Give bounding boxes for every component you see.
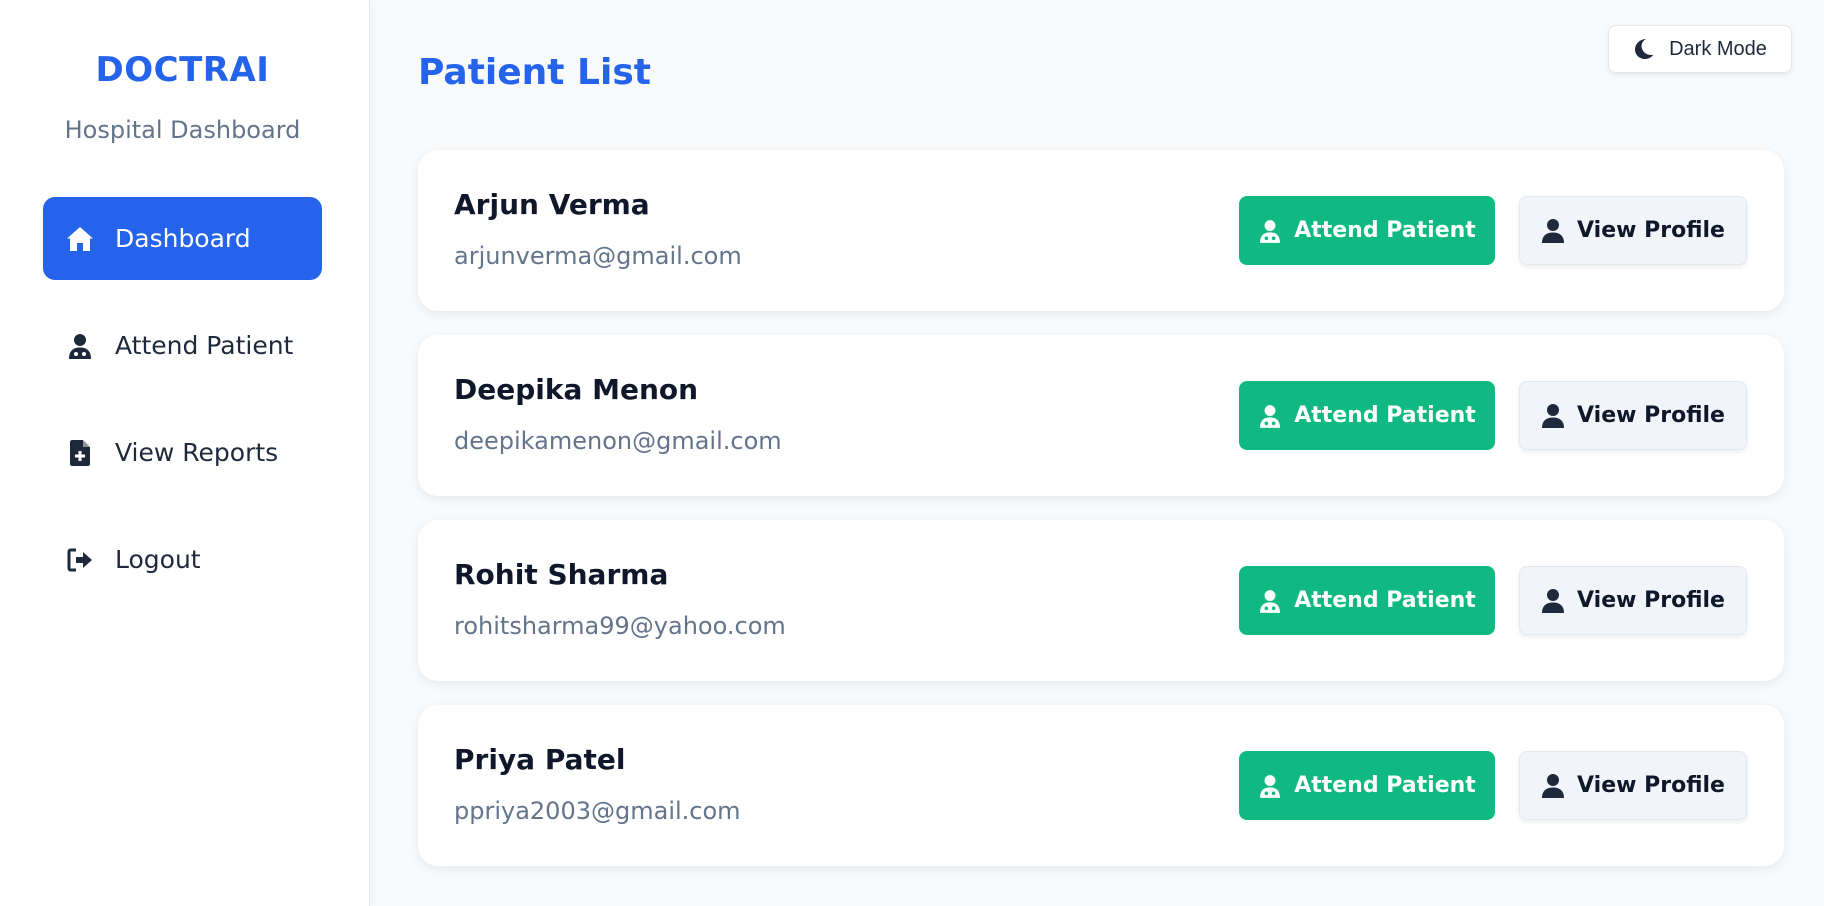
attend-patient-button[interactable]: Attend Patient: [1239, 196, 1495, 265]
user-icon: [1541, 588, 1565, 613]
doctor-icon: [1258, 219, 1282, 243]
patient-name: Priya Patel: [454, 743, 626, 776]
dark-mode-toggle[interactable]: Dark Mode: [1608, 25, 1792, 73]
brand-subtitle: Hospital Dashboard: [64, 116, 301, 144]
attend-patient-button[interactable]: Attend Patient: [1239, 751, 1495, 820]
moon-icon: [1633, 38, 1655, 60]
doctor-icon: [1258, 589, 1282, 613]
view-profile-button[interactable]: View Profile: [1519, 196, 1747, 265]
doctor-icon: [1258, 404, 1282, 428]
sidebar-item-label: Attend Patient: [115, 331, 294, 360]
patient-list: Arjun Verma arjunverma@gmail.com Attend …: [418, 150, 1784, 890]
brand-logo: DOCTRAI: [95, 50, 270, 90]
sidebar-item-attend-patient[interactable]: Attend Patient: [43, 304, 322, 387]
doctor-icon: [1258, 774, 1282, 798]
patient-card: Arjun Verma arjunverma@gmail.com Attend …: [418, 150, 1784, 311]
view-profile-button[interactable]: View Profile: [1519, 751, 1747, 820]
sidebar-item-dashboard[interactable]: Dashboard: [43, 197, 322, 280]
patient-card: Deepika Menon deepikamenon@gmail.com Att…: [418, 335, 1784, 496]
view-profile-button[interactable]: View Profile: [1519, 381, 1747, 450]
view-profile-button[interactable]: View Profile: [1519, 566, 1747, 635]
dark-mode-label: Dark Mode: [1669, 37, 1767, 60]
attend-patient-label: Attend Patient: [1294, 218, 1476, 243]
view-profile-label: View Profile: [1577, 588, 1725, 613]
sidebar-nav: Dashboard Attend Patient View Reports Lo…: [43, 197, 322, 625]
patient-email: ppriya2003@gmail.com: [454, 797, 741, 825]
patient-name: Deepika Menon: [454, 373, 699, 406]
sidebar-item-label: Dashboard: [115, 224, 251, 253]
attend-patient-label: Attend Patient: [1294, 773, 1476, 798]
sidebar-item-logout[interactable]: Logout: [43, 518, 322, 601]
user-icon: [1541, 403, 1565, 428]
view-profile-label: View Profile: [1577, 773, 1725, 798]
sidebar: DOCTRAI Hospital Dashboard Dashboard Att…: [0, 0, 370, 906]
attend-patient-label: Attend Patient: [1294, 588, 1476, 613]
sidebar-item-label: View Reports: [115, 438, 279, 467]
attend-patient-button[interactable]: Attend Patient: [1239, 381, 1495, 450]
patient-card: Rohit Sharma rohitsharma99@yahoo.com Att…: [418, 520, 1784, 681]
attend-patient-button[interactable]: Attend Patient: [1239, 566, 1495, 635]
patient-name: Arjun Verma: [454, 188, 650, 221]
patient-email: rohitsharma99@yahoo.com: [454, 612, 786, 640]
sidebar-item-label: Logout: [115, 545, 201, 574]
view-profile-label: View Profile: [1577, 403, 1725, 428]
sidebar-item-view-reports[interactable]: View Reports: [43, 411, 322, 494]
doctor-icon: [65, 331, 95, 361]
file-medical-icon: [65, 438, 95, 468]
patient-email: arjunverma@gmail.com: [454, 242, 742, 270]
patient-email: deepikamenon@gmail.com: [454, 427, 782, 455]
attend-patient-label: Attend Patient: [1294, 403, 1476, 428]
page-title: Patient List: [418, 52, 651, 93]
patient-card: Priya Patel ppriya2003@gmail.com Attend …: [418, 705, 1784, 866]
main-content: Patient List Dark Mode Arjun Verma arjun…: [370, 0, 1824, 906]
user-icon: [1541, 773, 1565, 798]
user-icon: [1541, 218, 1565, 243]
home-icon: [65, 224, 95, 254]
patient-name: Rohit Sharma: [454, 558, 669, 591]
view-profile-label: View Profile: [1577, 218, 1725, 243]
logout-icon: [65, 545, 95, 575]
